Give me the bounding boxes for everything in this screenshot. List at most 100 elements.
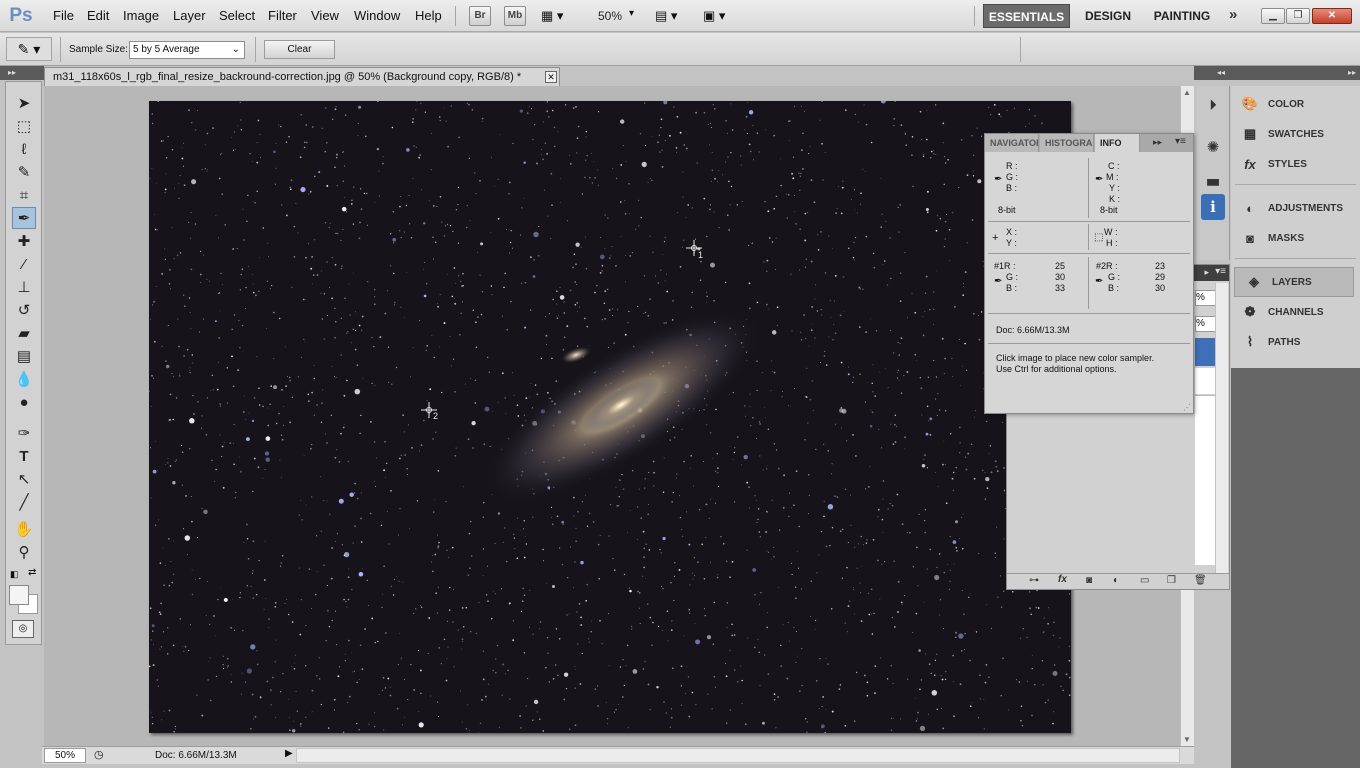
brush-tool-icon[interactable]: ⁄	[12, 253, 36, 275]
menu-filter[interactable]: Filter	[268, 0, 297, 32]
restore-button[interactable]: ❐	[1286, 8, 1310, 24]
star	[769, 237, 771, 239]
move-tool-icon[interactable]: ➤	[12, 92, 36, 114]
default-colors-icon[interactable]: ◧	[10, 569, 19, 580]
resize-grip-icon[interactable]: ⋰	[1183, 403, 1191, 412]
healing-brush-tool-icon[interactable]: ✚	[12, 230, 36, 252]
selected-layer-row[interactable]	[1195, 338, 1217, 366]
minimize-button[interactable]: ▁	[1261, 8, 1285, 24]
gradient-tool-icon[interactable]: ▤	[12, 345, 36, 367]
dock-layers[interactable]: ◈ LAYERS	[1234, 267, 1354, 297]
collapse-right-icon[interactable]: ▸▸	[1348, 66, 1356, 80]
toolbar-collapse-bar[interactable]: ▸▸	[0, 66, 44, 80]
star	[788, 515, 790, 517]
link-layers-icon[interactable]: ⊶	[1029, 575, 1039, 586]
scroll-down-icon[interactable]: ▼	[1183, 735, 1191, 744]
document-tab[interactable]: m31_118x60s_l_rgb_final_resize_backround…	[44, 67, 560, 86]
image-canvas[interactable]: 1 2	[149, 101, 1071, 733]
eraser-tool-icon[interactable]: ▰	[12, 322, 36, 344]
tab-info[interactable]: INFO	[1095, 134, 1140, 152]
clear-button[interactable]: Clear	[264, 40, 335, 59]
layer-row[interactable]	[1195, 368, 1217, 394]
blur-tool-icon[interactable]: 💧	[12, 368, 36, 390]
star	[399, 632, 401, 634]
quick-mask-icon[interactable]: ◎	[12, 620, 34, 638]
history-brush-tool-icon[interactable]: ↺	[12, 299, 36, 321]
brush-preset-panel-icon[interactable]: ✺	[1201, 134, 1225, 160]
dock-paths[interactable]: ⌇ PATHS	[1231, 327, 1360, 357]
lasso-tool-icon[interactable]: ℓ	[12, 138, 36, 160]
bridge-button[interactable]: Br	[469, 6, 491, 26]
crop-tool-icon[interactable]: ⌗	[12, 184, 36, 206]
close-button[interactable]: ✕	[1312, 8, 1352, 24]
color-sampler-tool-icon[interactable]: ✒	[12, 207, 36, 229]
menu-layer[interactable]: Layer	[173, 0, 206, 32]
panel-expand-icon[interactable]: ▸	[1204, 267, 1209, 278]
menu-view[interactable]: View	[311, 0, 339, 32]
minibridge-button[interactable]: Mb	[504, 6, 526, 26]
panel-expand-icon[interactable]: ▸▸	[1153, 137, 1162, 148]
zoom-level[interactable]: 50%	[598, 0, 622, 32]
info-panel-icon[interactable]: i	[1201, 194, 1225, 220]
menu-file[interactable]: File	[53, 0, 74, 32]
workspace-essentials[interactable]: ESSENTIALS	[983, 4, 1070, 28]
dodge-tool-icon[interactable]: ●	[12, 391, 36, 413]
screen-mode-icon[interactable]: ▣ ▾	[703, 8, 738, 24]
clone-stamp-tool-icon[interactable]: ⊥	[12, 276, 36, 298]
tool-preset-picker-icon[interactable]: ✎ ▾	[6, 37, 52, 61]
tab-navigator[interactable]: NAVIGATOR	[985, 134, 1039, 152]
new-layer-icon[interactable]: ❐	[1167, 575, 1176, 586]
star	[485, 594, 488, 596]
dock-color[interactable]: 🎨 COLOR	[1231, 89, 1360, 119]
menu-select[interactable]: Select	[219, 0, 255, 32]
layer-style-icon[interactable]: fx	[1058, 574, 1067, 585]
hand-tool-icon[interactable]: ✋	[12, 518, 36, 540]
dock-channels[interactable]: ❁ CHANNELS	[1231, 297, 1360, 327]
swap-colors-icon[interactable]: ⇄	[28, 567, 36, 578]
menu-image[interactable]: Image	[123, 0, 159, 32]
group-folder-icon[interactable]: ▭	[1140, 575, 1149, 586]
foreground-color-swatch[interactable]	[9, 585, 29, 605]
histogram-panel-icon[interactable]: ▃	[1201, 164, 1225, 190]
type-tool-icon[interactable]: T	[12, 445, 36, 467]
line-tool-icon[interactable]: ╱	[12, 491, 36, 513]
dock-styles[interactable]: fx STYLES	[1231, 149, 1360, 179]
pen-tool-icon[interactable]: ✑	[12, 422, 36, 444]
status-menu-arrow-icon[interactable]: ▶	[285, 748, 293, 759]
more-workspaces-icon[interactable]: »	[1229, 6, 1237, 23]
delete-layer-icon[interactable]: 🗑	[1194, 575, 1207, 586]
status-zoom-field[interactable]: 50%	[44, 748, 86, 763]
tab-histogram[interactable]: HISTOGRAM	[1040, 134, 1094, 152]
panel-menu-icon[interactable]: ▾≡	[1215, 266, 1226, 277]
adjustment-layer-icon[interactable]: ◐	[1113, 575, 1119, 586]
quick-selection-tool-icon[interactable]: ✎	[12, 161, 36, 183]
opacity-field[interactable]: %	[1195, 290, 1217, 306]
menu-edit[interactable]: Edit	[87, 0, 109, 32]
collapse-left-icon[interactable]: ◂◂	[1217, 66, 1225, 80]
path-selection-tool-icon[interactable]: ↖	[12, 468, 36, 490]
arrange-documents-icon[interactable]: ▤ ▾	[655, 8, 690, 24]
marquee-tool-icon[interactable]: ⬚	[12, 115, 36, 137]
zoom-tool-icon[interactable]: ⚲	[12, 541, 36, 563]
layers-scrollbar[interactable]	[1215, 283, 1228, 573]
star	[855, 237, 857, 239]
view-extras-icon[interactable]: ▦ ▾	[541, 8, 576, 24]
menu-help[interactable]: Help	[415, 0, 442, 32]
scroll-up-icon[interactable]: ▲	[1183, 88, 1191, 97]
history-panel-icon[interactable]: ⏵	[1201, 92, 1225, 118]
dock-masks[interactable]: ◙ MASKS	[1231, 223, 1360, 253]
sample-size-select[interactable]: 5 by 5 Average ⌄	[129, 41, 245, 59]
workspace-design[interactable]: DESIGN	[1078, 4, 1138, 28]
dock-adjustments[interactable]: ◐ ADJUSTMENTS	[1231, 193, 1360, 223]
menu-window[interactable]: Window	[354, 0, 400, 32]
close-document-icon[interactable]: ✕	[545, 71, 557, 83]
layer-mask-icon[interactable]: ◙	[1086, 575, 1092, 586]
star	[338, 461, 341, 463]
dock-swatches[interactable]: ▦ SWATCHES	[1231, 119, 1360, 149]
horizontal-scrollbar[interactable]	[296, 748, 1180, 763]
workspace-painting[interactable]: PAINTING	[1146, 4, 1218, 28]
panel-menu-icon[interactable]: ▾≡	[1175, 136, 1186, 147]
fill-field[interactable]: %	[1195, 316, 1217, 332]
dock-collapse-bar[interactable]: ◂◂ ▸▸	[1194, 66, 1360, 80]
zoom-dropdown-icon[interactable]: ▾	[629, 8, 634, 19]
